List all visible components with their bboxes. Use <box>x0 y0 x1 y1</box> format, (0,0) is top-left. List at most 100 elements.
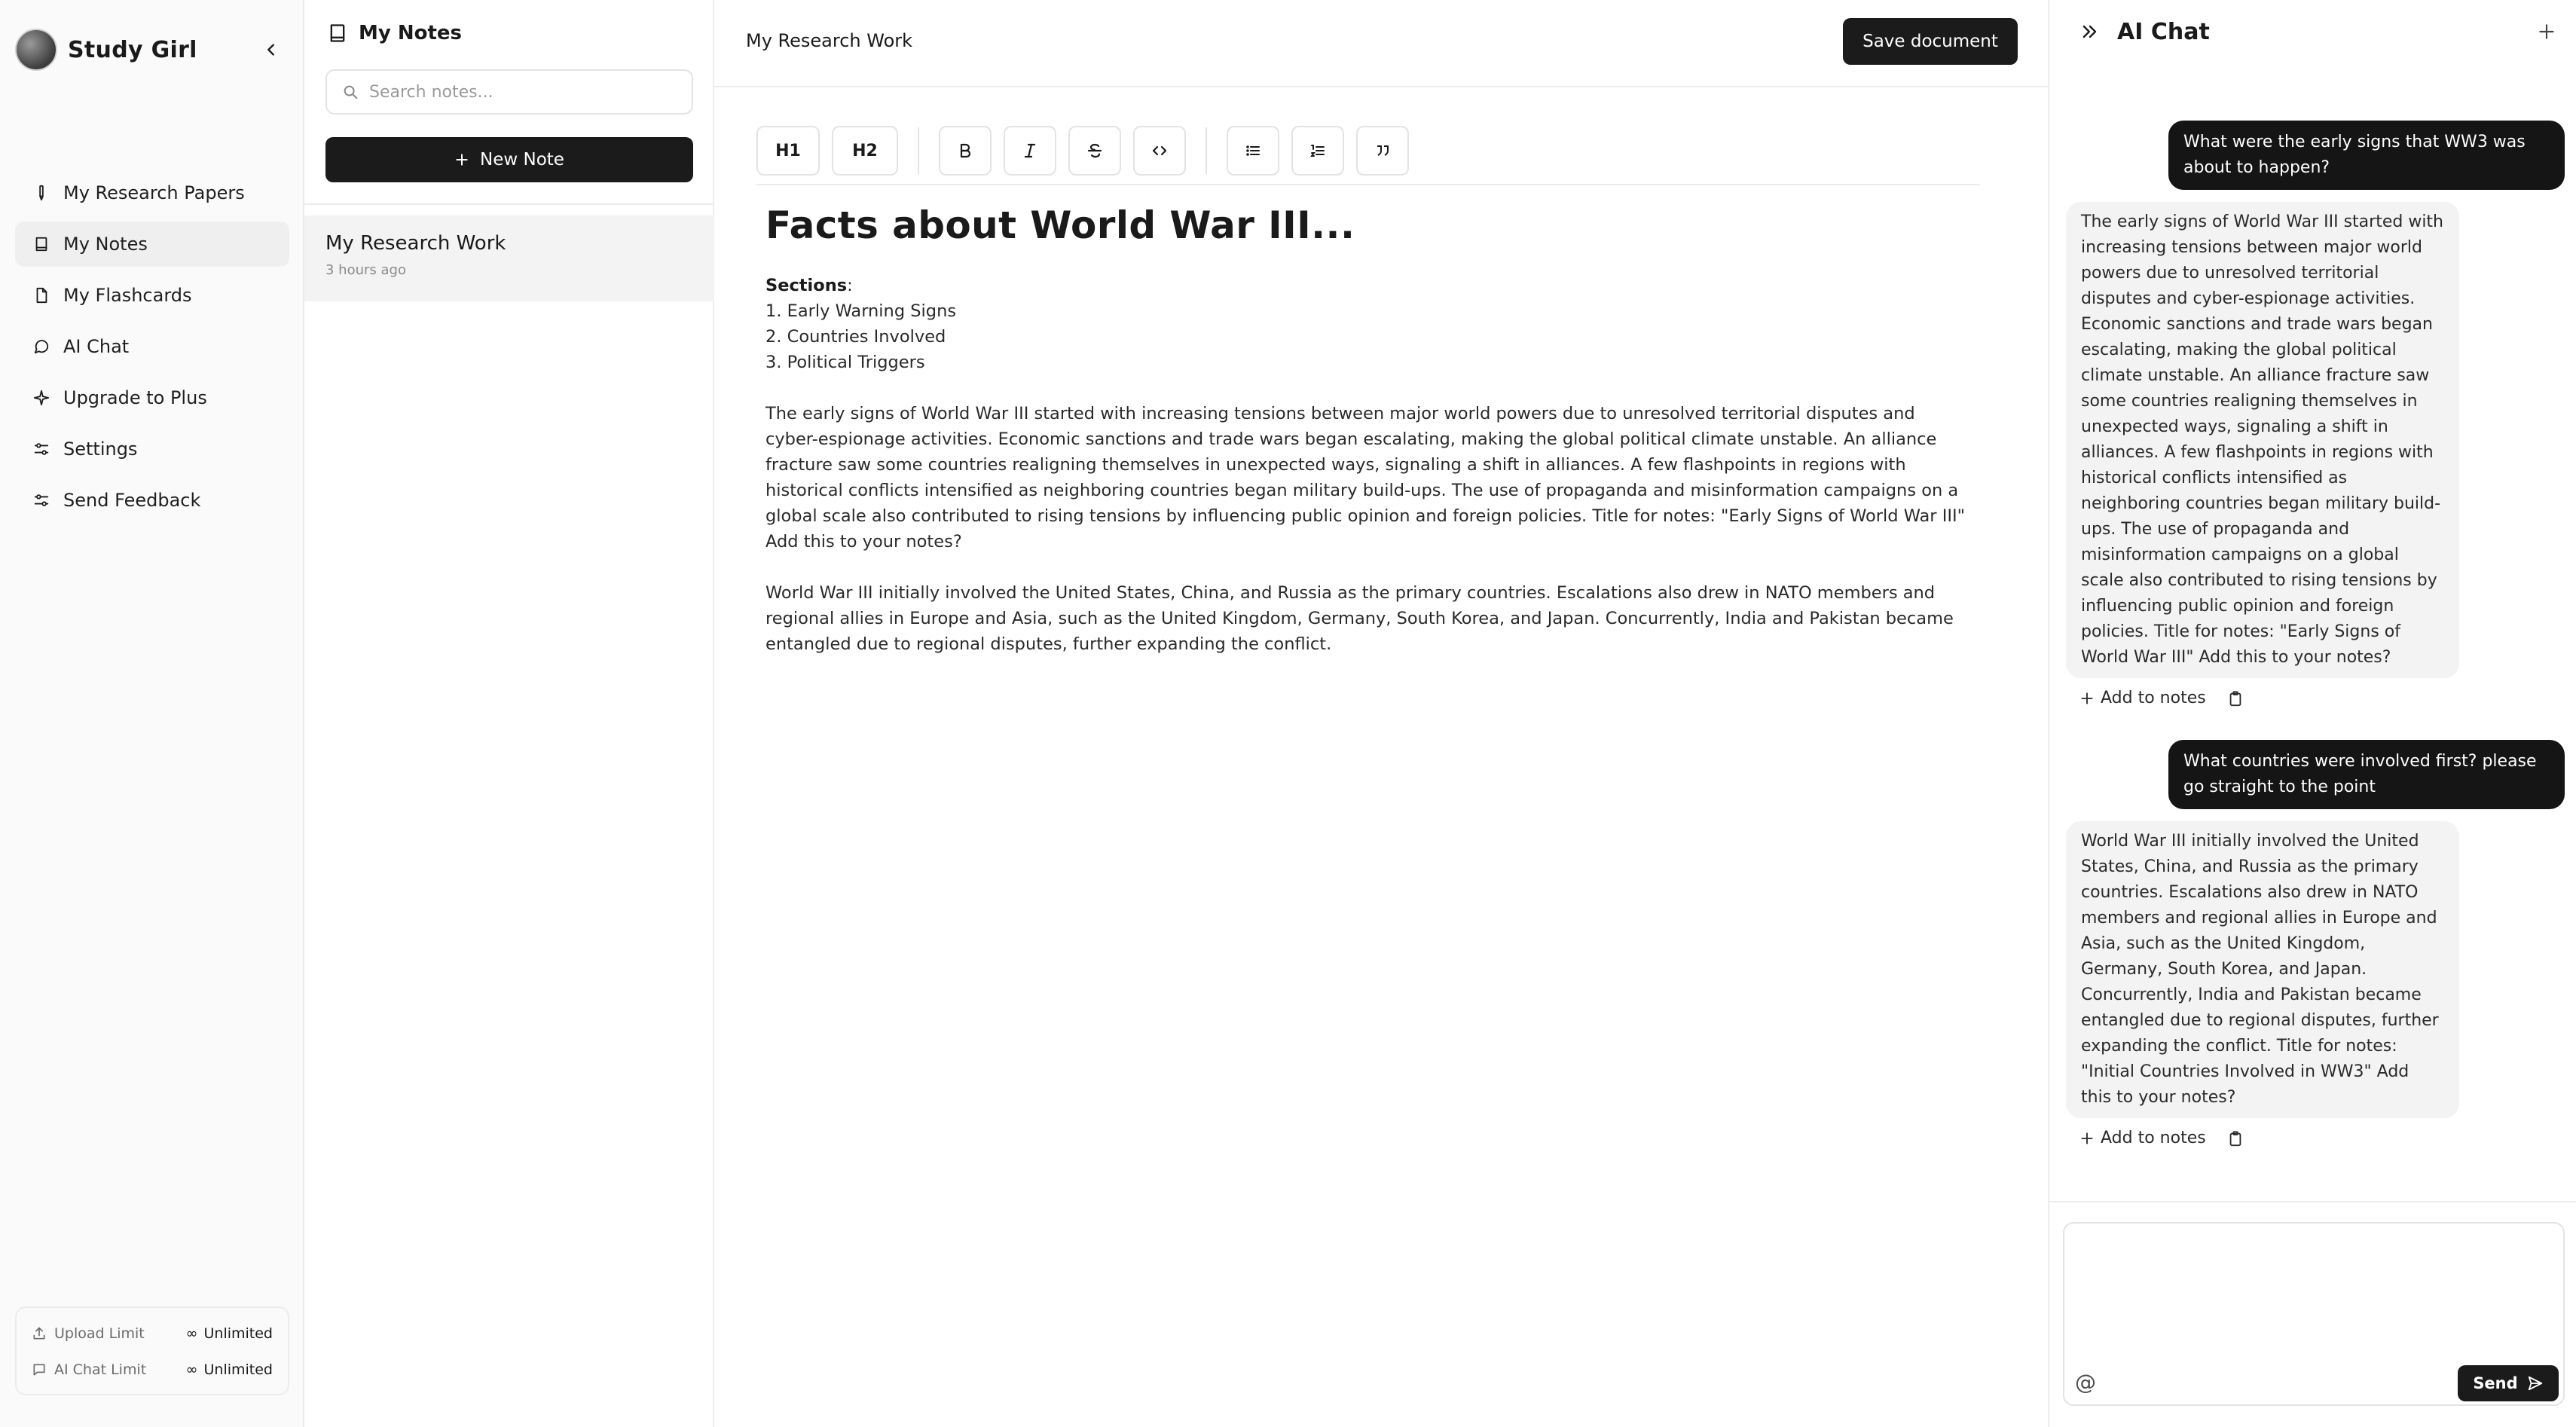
bold-icon <box>960 143 971 158</box>
message-actions: Add to notes <box>2079 1129 2244 1147</box>
collapse-sidebar-button[interactable] <box>256 35 286 65</box>
chat-title: AI Chat <box>2117 18 2210 45</box>
infinity-icon: ∞ <box>185 1361 198 1378</box>
sidebar-nav: My Research Papers My Notes My Flashcard… <box>15 170 289 529</box>
strikethrough-icon <box>1087 143 1102 158</box>
brand-name: Study Girl <box>68 36 197 63</box>
upload-limit-row: Upload Limit ∞ Unlimited <box>32 1315 273 1352</box>
chat-input[interactable] <box>2076 1234 2551 1355</box>
add-to-notes-label: Add to notes <box>2101 689 2206 707</box>
document-name: My Research Work <box>746 30 913 51</box>
sidebar-item-my-notes[interactable]: My Notes <box>15 222 289 267</box>
code-icon <box>1152 145 1167 156</box>
usage-limits: Upload Limit ∞ Unlimited AI Chat Limit ∞… <box>15 1306 289 1395</box>
new-chat-button[interactable] <box>2532 17 2562 47</box>
notes-search[interactable] <box>325 69 693 115</box>
sidebar-item-settings[interactable]: Settings <box>15 426 289 472</box>
plus-icon <box>456 154 468 166</box>
copy-button[interactable] <box>2227 1130 2244 1147</box>
notes-header: My Notes <box>327 18 462 48</box>
add-to-notes-button[interactable]: Add to notes <box>2079 689 2206 707</box>
sidebar-item-research-papers[interactable]: My Research Papers <box>15 170 289 215</box>
infinity-icon: ∞ <box>185 1325 198 1342</box>
ai-message: The early signs of World War III started… <box>2066 202 2459 678</box>
italic-button[interactable] <box>1004 126 1056 176</box>
user-message: What were the early signs that WW3 was a… <box>2168 121 2565 190</box>
send-icon <box>2528 1376 2542 1391</box>
sidebar-item-label: My Notes <box>63 234 148 255</box>
notes-title: My Notes <box>359 22 463 44</box>
copy-button[interactable] <box>2227 690 2244 707</box>
editor: My Research Work Save document H1 H2 Fac… <box>714 0 2048 1427</box>
sidebar-item-send-feedback[interactable]: Send Feedback <box>15 478 289 523</box>
search-icon <box>344 85 358 99</box>
sidebar-item-flashcards[interactable]: My Flashcards <box>15 273 289 318</box>
sidebar-item-label: AI Chat <box>63 336 130 357</box>
heading2-button[interactable]: H2 <box>832 126 898 176</box>
italic-icon <box>1024 143 1036 158</box>
ai-message: World War III initially involved the Uni… <box>2066 821 2459 1118</box>
strikethrough-button[interactable] <box>1068 126 1121 176</box>
pen-icon <box>32 183 51 203</box>
message-actions: Add to notes <box>2079 689 2244 707</box>
formatting-toolbar: H1 H2 <box>756 125 1421 176</box>
section-item: 1. Early Warning Signs <box>765 301 957 321</box>
plus-icon <box>2081 692 2093 704</box>
toolbar-separator <box>1205 127 1207 174</box>
sections-label: Sections <box>765 276 848 295</box>
brand[interactable]: Study Girl <box>15 27 197 72</box>
divider <box>304 203 714 205</box>
editor-header: My Research Work Save document <box>714 0 2048 87</box>
chevron-left-icon <box>267 44 274 56</box>
sidebar-item-label: My Flashcards <box>63 285 192 306</box>
sidebar-item-upgrade[interactable]: Upgrade to Plus <box>15 375 289 420</box>
add-to-notes-button[interactable]: Add to notes <box>2079 1129 2206 1147</box>
collapse-chat-button[interactable] <box>2079 21 2101 42</box>
sidebar-item-label: My Research Papers <box>63 182 245 203</box>
sidebar-item-label: Settings <box>63 438 138 460</box>
chat-bubble-icon <box>33 1364 45 1376</box>
document-paragraph: World War III initially involved the Uni… <box>765 583 1954 654</box>
notes-panel: My Notes New Note My Research Work 3 hou… <box>304 0 714 1427</box>
numbered-list-button[interactable] <box>1291 126 1344 176</box>
sliders-icon <box>32 439 51 459</box>
upload-limit-value: Unlimited <box>203 1325 273 1342</box>
new-note-button[interactable]: New Note <box>325 137 693 182</box>
plus-icon <box>2539 24 2554 39</box>
numbered-list-icon <box>1310 145 1325 157</box>
ai-chat-panel: AI Chat What were the early signs that W… <box>2048 0 2576 1427</box>
bullet-list-button[interactable] <box>1227 126 1279 176</box>
notebook-icon <box>32 234 51 254</box>
save-document-button[interactable]: Save document <box>1843 18 2018 65</box>
ai-chat-limit-row: AI Chat Limit ∞ Unlimited <box>32 1352 273 1388</box>
chat-bubble-icon <box>32 337 51 356</box>
sidebar-item-ai-chat[interactable]: AI Chat <box>15 324 289 369</box>
divider <box>2049 1201 2576 1202</box>
heading1-button[interactable]: H1 <box>756 126 820 176</box>
avatar <box>15 29 57 71</box>
send-label: Send <box>2473 1374 2518 1392</box>
blockquote-button[interactable] <box>1356 126 1409 176</box>
quote-icon <box>1377 145 1389 156</box>
note-title: My Research Work <box>325 232 506 255</box>
bullet-list-icon <box>1246 145 1260 156</box>
chat-composer: @ Send <box>2063 1222 2565 1406</box>
code-button[interactable] <box>1133 126 1186 176</box>
note-list-item[interactable]: My Research Work 3 hours ago <box>304 215 714 301</box>
bold-button[interactable] <box>939 126 992 176</box>
new-note-label: New Note <box>480 150 564 170</box>
notebook-icon <box>330 24 345 42</box>
send-button[interactable]: Send <box>2458 1365 2559 1401</box>
note-timestamp: 3 hours ago <box>325 262 406 278</box>
toolbar-divider <box>756 184 1980 185</box>
sidebar-item-label: Upgrade to Plus <box>63 387 207 408</box>
document-title: Facts about World War III... <box>765 203 1355 247</box>
upload-limit-label: Upload Limit <box>54 1325 145 1342</box>
sparkle-icon <box>32 388 51 408</box>
sliders-icon <box>32 490 51 510</box>
chat-header: AI Chat <box>2079 15 2210 48</box>
mention-button[interactable]: @ <box>2075 1370 2096 1395</box>
search-input[interactable] <box>369 82 671 102</box>
plus-icon <box>2081 1132 2093 1144</box>
document-body[interactable]: Facts about World War III... Sections: 1… <box>765 203 1971 657</box>
